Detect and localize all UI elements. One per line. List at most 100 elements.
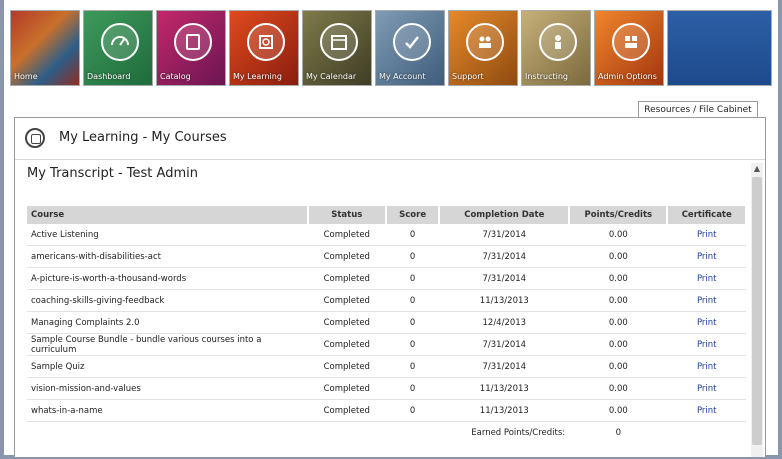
nav-tile-my-account[interactable]: My Account <box>375 10 445 86</box>
column-header-course[interactable]: Course <box>27 206 309 224</box>
transcript-table: Course Status Score Completion Date Poin… <box>27 206 747 443</box>
course-name[interactable]: Active Listening <box>27 224 308 246</box>
nav-tile-label: Catalog <box>160 72 191 81</box>
status-cell: Completed <box>307 377 386 400</box>
score-cell: 0 <box>385 333 440 356</box>
print-certificate-link[interactable]: Print <box>667 224 746 246</box>
table-row: Sample Course Bundle - bundle various co… <box>27 333 746 356</box>
checkmark-icon <box>393 23 431 61</box>
points-cell: 0.00 <box>569 333 668 356</box>
nav-tile-admin-options[interactable]: Admin Options <box>594 10 664 86</box>
nav-tile-dashboard[interactable]: Dashboard <box>83 10 153 86</box>
calendar-icon <box>320 23 358 61</box>
table-row: Active Listening Completed 0 7/31/2014 0… <box>27 224 746 246</box>
nav-tile-label: Dashboard <box>87 72 131 81</box>
status-cell: Completed <box>307 399 386 422</box>
page-title: My Learning - My Courses <box>59 130 227 145</box>
completion-date-cell: 7/31/2014 <box>439 224 570 246</box>
print-certificate-link[interactable]: Print <box>667 399 746 422</box>
score-cell: 0 <box>385 245 440 268</box>
status-cell: Completed <box>307 267 386 290</box>
print-certificate-link[interactable]: Print <box>667 245 746 268</box>
nav-tile-label: My Account <box>379 72 426 81</box>
course-name[interactable]: A-picture-is-worth-a-thousand-words <box>27 267 308 290</box>
completion-date-cell: 7/31/2014 <box>439 245 570 268</box>
status-cell: Completed <box>307 311 386 334</box>
footer-spacer <box>667 422 746 444</box>
score-cell: 0 <box>385 311 440 334</box>
resources-file-cabinet-tab[interactable]: Resources / File Cabinet <box>638 101 758 118</box>
table-row: Managing Complaints 2.0 Completed 0 12/4… <box>27 311 746 334</box>
print-certificate-link[interactable]: Print <box>667 333 746 356</box>
divider <box>15 159 765 160</box>
points-cell: 0.00 <box>569 224 668 246</box>
table-row: Sample Quiz Completed 0 7/31/2014 0.00 P… <box>27 355 746 378</box>
instructor-icon <box>539 23 577 61</box>
learning-icon <box>247 23 285 61</box>
my-learning-icon <box>25 128 45 148</box>
speedometer-icon <box>101 23 139 61</box>
completion-date-cell: 7/31/2014 <box>439 333 570 356</box>
nav-tile-label: Support <box>452 72 484 81</box>
nav-tile-label: My Learning <box>233 72 282 81</box>
top-navigation: Home Dashboard Catalog My Learning My Ca… <box>10 10 772 88</box>
course-name[interactable]: Managing Complaints 2.0 <box>27 311 308 334</box>
nav-tile-support[interactable]: Support <box>448 10 518 86</box>
table-header-row: Course Status Score Completion Date Poin… <box>27 206 747 224</box>
completion-date-cell: 7/31/2014 <box>439 267 570 290</box>
print-certificate-link[interactable]: Print <box>667 355 746 378</box>
completion-date-cell: 7/31/2014 <box>439 355 570 378</box>
nav-tile-catalog[interactable]: Catalog <box>156 10 226 86</box>
status-cell: Completed <box>307 289 386 312</box>
transcript-title: My Transcript - Test Admin <box>27 166 198 181</box>
score-cell: 0 <box>385 224 440 246</box>
status-cell: Completed <box>307 224 386 246</box>
nav-tile-my-learning[interactable]: My Learning <box>229 10 299 86</box>
course-name[interactable]: coaching-skills-giving-feedback <box>27 289 308 312</box>
column-header-points-credits[interactable]: Points/Credits <box>569 206 669 224</box>
column-header-score[interactable]: Score <box>385 206 441 224</box>
completion-date-cell: 11/13/2013 <box>439 399 570 422</box>
points-cell: 0.00 <box>569 289 668 312</box>
print-certificate-link[interactable]: Print <box>667 267 746 290</box>
status-cell: Completed <box>307 355 386 378</box>
course-name[interactable]: whats-in-a-name <box>27 399 308 422</box>
column-header-certificate[interactable]: Certificate <box>667 206 747 224</box>
nav-tile-home[interactable]: Home <box>10 10 80 86</box>
completion-date-cell: 12/4/2013 <box>439 311 570 334</box>
earned-points-label: Earned Points/Credits: <box>471 427 566 438</box>
print-certificate-link[interactable]: Print <box>667 377 746 400</box>
window-frame-right <box>778 0 782 459</box>
points-cell: 0.00 <box>569 245 668 268</box>
points-cell: 0.00 <box>569 311 668 334</box>
nav-tile-instructing[interactable]: Instructing <box>521 10 591 86</box>
nav-tile-label: My Calendar <box>306 72 357 81</box>
course-name[interactable]: Sample Course Bundle - bundle various co… <box>27 333 308 356</box>
score-cell: 0 <box>385 399 440 422</box>
table-footer-row: Earned Points/Credits: 0 <box>27 422 746 444</box>
score-cell: 0 <box>385 267 440 290</box>
nav-tile-label: Instructing <box>525 72 568 81</box>
status-cell: Completed <box>307 245 386 268</box>
table-row: A-picture-is-worth-a-thousand-words Comp… <box>27 267 746 290</box>
completion-date-cell: 11/13/2013 <box>439 289 570 312</box>
admin-icon <box>612 23 650 61</box>
course-name[interactable]: americans-with-disabilities-act <box>27 245 308 268</box>
nav-tile-label: Home <box>14 72 38 81</box>
scroll-up-arrow-icon[interactable]: ▲ <box>751 163 763 175</box>
vertical-scrollbar[interactable]: ▲ <box>751 163 763 457</box>
column-header-status[interactable]: Status <box>307 206 387 224</box>
table-row: americans-with-disabilities-act Complete… <box>27 245 746 268</box>
people-icon <box>466 23 504 61</box>
footer-spacer <box>27 422 308 444</box>
nav-tile-my-calendar[interactable]: My Calendar <box>302 10 372 86</box>
course-name[interactable]: vision-mission-and-values <box>27 377 308 400</box>
my-courses-panel: My Learning - My Courses My Transcript -… <box>14 117 766 457</box>
scroll-thumb[interactable] <box>752 177 762 445</box>
book-icon <box>174 23 212 61</box>
print-certificate-link[interactable]: Print <box>667 311 746 334</box>
column-header-completion-date[interactable]: Completion Date <box>439 206 571 224</box>
score-cell: 0 <box>385 289 440 312</box>
course-name[interactable]: Sample Quiz <box>27 355 308 378</box>
print-certificate-link[interactable]: Print <box>667 289 746 312</box>
